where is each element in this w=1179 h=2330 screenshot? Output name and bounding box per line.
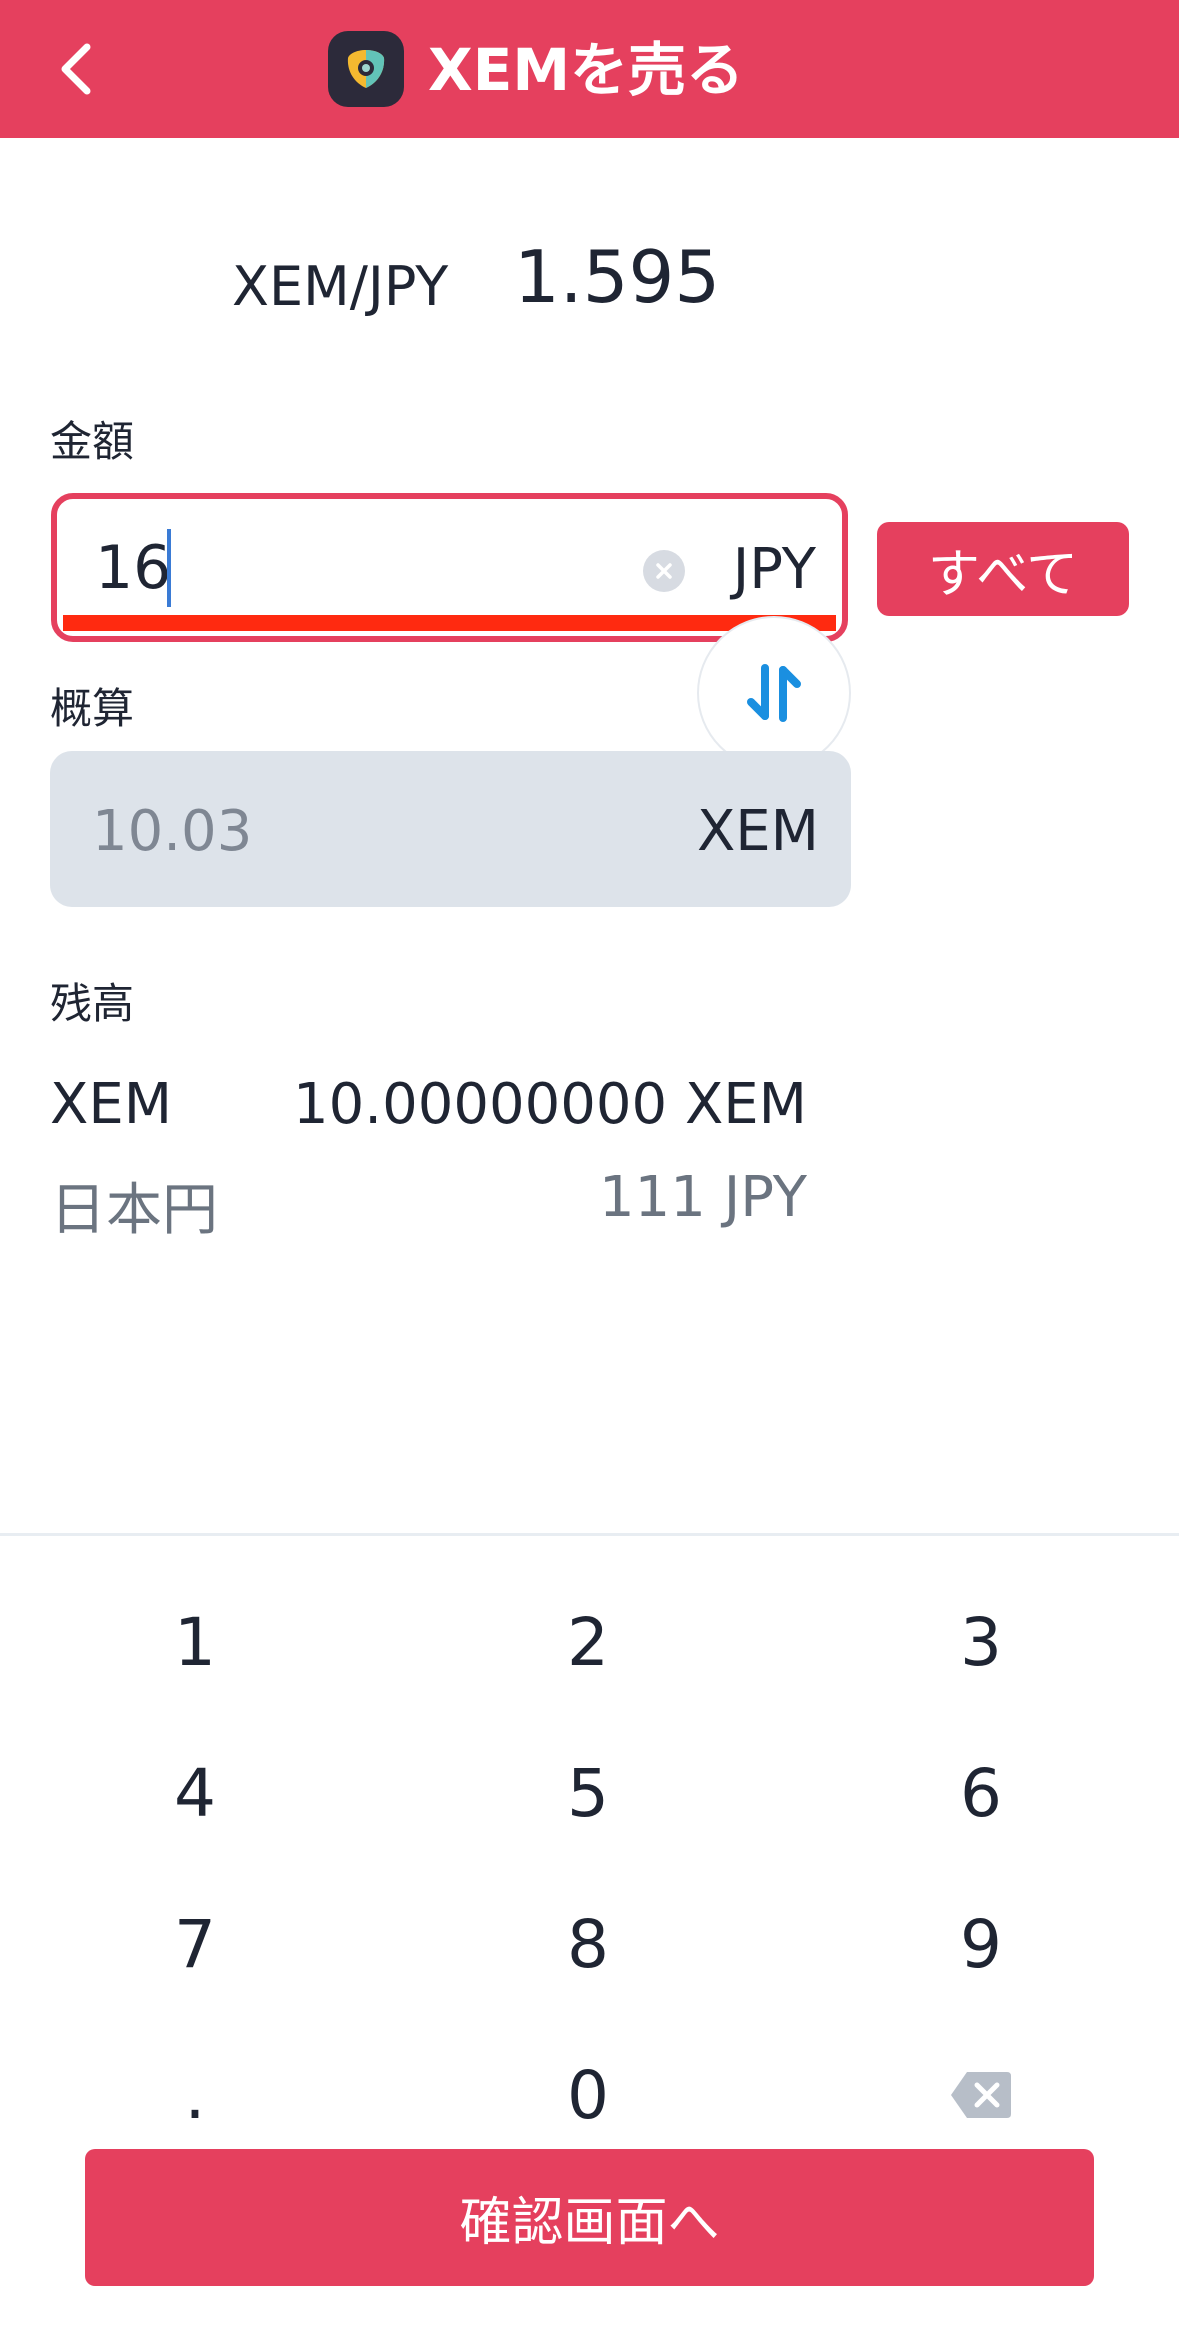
- amount-input[interactable]: 16 JPY: [51, 493, 848, 642]
- approx-value: 10.03: [92, 799, 253, 864]
- approx-label: 概算: [50, 684, 135, 733]
- swap-button[interactable]: [697, 616, 851, 770]
- app-header: XEMを売る: [0, 0, 1179, 138]
- swap-arrows-icon: [747, 664, 801, 722]
- keypad-key-0[interactable]: 0: [458, 2030, 718, 2160]
- keypad-key-5[interactable]: 5: [458, 1728, 718, 1858]
- confirm-button[interactable]: 確認画面へ: [85, 2149, 1094, 2286]
- nem-logo-icon: [328, 31, 404, 107]
- keypad-key-6[interactable]: 6: [851, 1728, 1111, 1858]
- balance-xem-amount: 10.00000000 XEM: [293, 1072, 807, 1137]
- keypad-key-3[interactable]: 3: [851, 1577, 1111, 1707]
- approx-unit: XEM: [696, 799, 819, 864]
- backspace-icon: [951, 2072, 1011, 2118]
- chevron-left-icon: [61, 43, 91, 95]
- balance-jpy-amount: 111 JPY: [599, 1165, 807, 1230]
- keypad-key-9[interactable]: 9: [851, 1879, 1111, 2009]
- exchange-rate-value: 1.595: [514, 235, 721, 319]
- amount-input-value: 16: [95, 533, 172, 603]
- currency-pair-label: XEM/JPY: [232, 255, 449, 318]
- text-caret: [167, 529, 171, 607]
- keypad-key-4[interactable]: 4: [65, 1728, 325, 1858]
- backspace-button[interactable]: [851, 2030, 1111, 2160]
- keypad-key-1[interactable]: 1: [65, 1577, 325, 1707]
- page-title: XEMを売る: [428, 36, 745, 104]
- approx-field: 10.03 XEM: [50, 751, 851, 907]
- back-button[interactable]: [40, 34, 110, 104]
- keypad-key-dot[interactable]: .: [65, 2030, 325, 2160]
- keypad-key-8[interactable]: 8: [458, 1879, 718, 2009]
- balance-label: 残高: [50, 979, 135, 1028]
- keypad-key-7[interactable]: 7: [65, 1879, 325, 2009]
- input-underline: [63, 615, 836, 631]
- clear-icon[interactable]: [643, 550, 685, 592]
- balance-xem-name: XEM: [50, 1072, 173, 1137]
- amount-label: 金額: [50, 417, 135, 466]
- balance-jpy-name: 日本円: [50, 1178, 218, 1243]
- keypad-divider: [0, 1533, 1179, 1536]
- amount-unit: JPY: [732, 537, 816, 602]
- all-button[interactable]: すべて: [877, 522, 1129, 616]
- keypad-key-2[interactable]: 2: [458, 1577, 718, 1707]
